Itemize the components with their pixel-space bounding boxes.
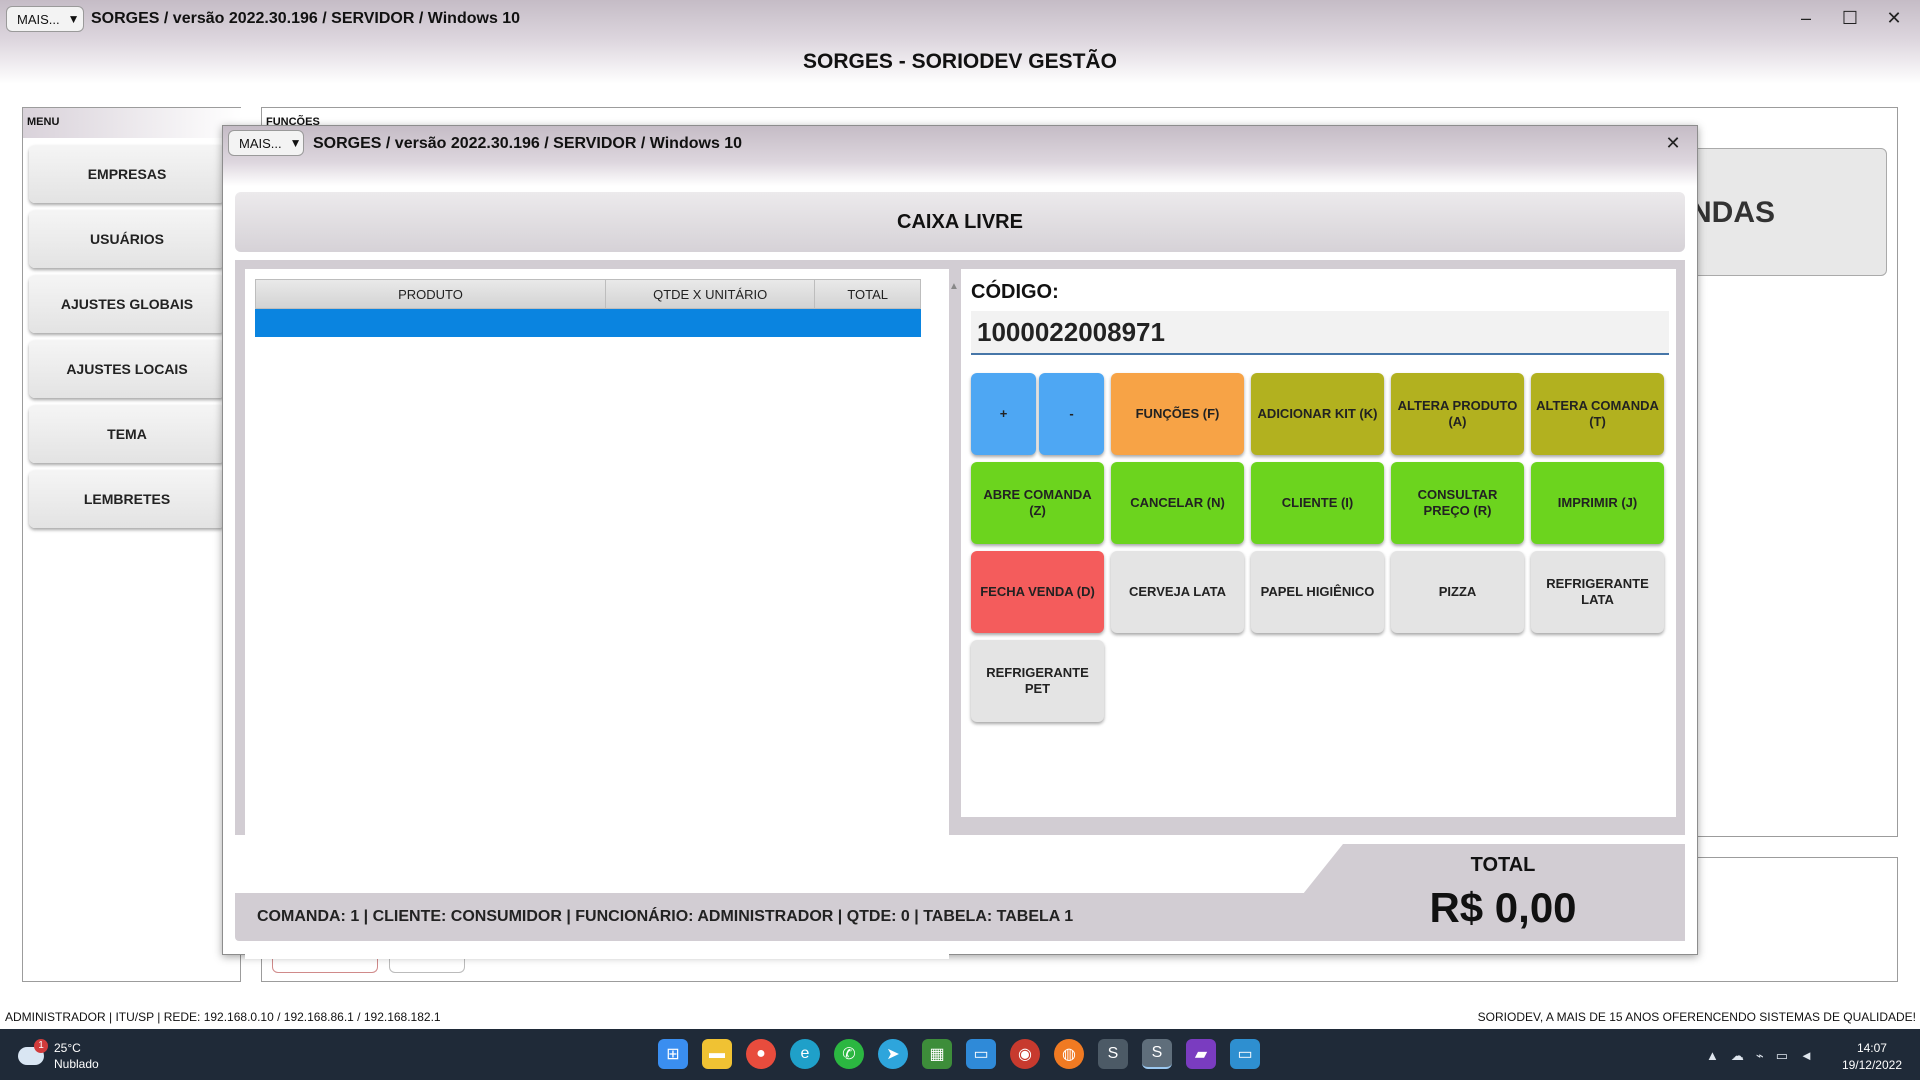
modal-mais-label: MAIS... (239, 135, 282, 151)
close-button[interactable]: ✕ (1879, 8, 1909, 29)
adicionar-kit-button[interactable]: ADICIONAR KIT (K) (1251, 373, 1384, 455)
menu-label: MENU (27, 116, 60, 128)
menu-panel: MENU EMPRESAS USUÁRIOS AJUSTES GLOBAIS A… (22, 107, 242, 982)
notification-badge: 1 (34, 1039, 48, 1053)
funcoes-button[interactable]: FUNÇÕES (F) (1111, 373, 1244, 455)
status-left-text: ADMINISTRADOR | ITU/SP | REDE: 192.168.0… (5, 1010, 441, 1024)
chrome-icon[interactable]: ● (746, 1039, 776, 1069)
weather-condition: Nublado (54, 1057, 99, 1071)
modal-title: SORGES / versão 2022.30.196 / SERVIDOR /… (313, 135, 743, 152)
menu-item-lembretes[interactable]: LEMBRETES (29, 470, 225, 528)
sale-info: COMANDA: 1 | CLIENTE: CONSUMIDOR | FUNCI… (257, 908, 1074, 925)
volume-icon[interactable]: ◄ (1800, 1048, 1813, 1064)
grid-header: PRODUTO QTDE X UNITÁRIO TOTAL (255, 279, 921, 309)
vendas-button-label: NDAS (1690, 196, 1776, 229)
codigo-label: CÓDIGO: (971, 281, 1059, 303)
column-header-produto[interactable]: PRODUTO (256, 280, 606, 308)
menu-item-ajustes-locais[interactable]: AJUSTES LOCAIS (29, 340, 225, 398)
modal-header-band (223, 162, 1697, 186)
total-value: R$ 0,00 (1429, 884, 1577, 931)
start-icon[interactable]: ⊞ (658, 1039, 688, 1069)
abre-comanda-button[interactable]: ABRE COMANDA (Z) (971, 462, 1104, 544)
clock-date: 19/12/2022 (1841, 1058, 1902, 1072)
cancelar-button[interactable]: CANCELAR (N) (1111, 462, 1244, 544)
cloud-icon: 1 (18, 1039, 48, 1065)
taskbar-apps: ⊞ ▬ ● e ✆ ➤ ▦ ▭ ◉ ◍ S S ▰ ▭ (658, 1039, 1260, 1069)
statusbar: ADMINISTRADOR | ITU/SP | REDE: 192.168.0… (0, 1005, 1920, 1029)
menu-item-empresas[interactable]: EMPRESAS (29, 145, 225, 203)
modal-mais-dropdown-button[interactable]: MAIS... ▼ (228, 130, 304, 156)
pdv-modal: MAIS... ▼ SORGES / versão 2022.30.196 / … (222, 125, 1698, 959)
telegram-icon[interactable]: ➤ (878, 1039, 908, 1069)
app-title: SORGES - SORIODEV GESTÃO (803, 50, 1117, 73)
app-red-icon[interactable]: ◉ (1010, 1039, 1040, 1069)
column-header-qtde-unitario[interactable]: QTDE X UNITÁRIO (606, 280, 816, 308)
menu-item-usuarios[interactable]: USUÁRIOS (29, 210, 225, 268)
codigo-input[interactable] (971, 311, 1669, 355)
modal-close-button[interactable]: ✕ (1658, 133, 1688, 154)
cloud-sync-icon[interactable]: ☁ (1731, 1048, 1744, 1064)
window-title: SORGES / versão 2022.30.196 / SERVIDOR /… (91, 10, 521, 27)
mais-dropdown-button[interactable]: MAIS... ▼ (6, 6, 84, 32)
menu-item-tema[interactable]: TEMA (29, 405, 225, 463)
altera-produto-button[interactable]: ALTERA PRODUTO (A) (1391, 373, 1524, 455)
imprimir-button[interactable]: IMPRIMIR (J) (1531, 462, 1664, 544)
column-header-total[interactable]: TOTAL (815, 280, 920, 308)
spreadsheet-icon[interactable]: ▦ (922, 1039, 952, 1069)
temperature: 25°C (54, 1041, 81, 1055)
taskbar-clock[interactable]: 14:07 19/12/2022 (1842, 1040, 1902, 1074)
refrigerante-lata-button[interactable]: REFRIGERANTE LATA (1531, 551, 1664, 633)
window-app-icon[interactable]: ▭ (1230, 1039, 1260, 1069)
consultar-preco-button[interactable]: CONSULTAR PREÇO (R) (1391, 462, 1524, 544)
file-explorer-icon[interactable]: ▬ (702, 1039, 732, 1069)
papel-higienico-button[interactable]: PAPEL HIGIÊNICO (1251, 551, 1384, 633)
weather-widget[interactable]: 1 25°C Nublado (18, 1039, 99, 1072)
total-label: TOTAL (1470, 854, 1536, 876)
fecha-venda-button[interactable]: FECHA VENDA (D) (971, 551, 1104, 633)
status-right-text: SORIODEV, A MAIS DE 15 ANOS OFERENCENDO … (1477, 1010, 1916, 1024)
system-tray: ▲ ☁ ⌁ ▭ ◄ (1706, 1048, 1813, 1064)
cliente-button[interactable]: CLIENTE (I) (1251, 462, 1384, 544)
sorges-icon[interactable]: S (1098, 1039, 1128, 1069)
pizza-button[interactable]: PIZZA (1391, 551, 1524, 633)
product-grid: PRODUTO QTDE X UNITÁRIO TOTAL ▲ ▼ (245, 269, 959, 959)
dropdown-arrow-icon: ▼ (67, 12, 80, 26)
edge-icon[interactable]: e (790, 1039, 820, 1069)
firefox-icon[interactable]: ◍ (1054, 1039, 1084, 1069)
cerveja-lata-button[interactable]: CERVEJA LATA (1111, 551, 1244, 633)
pdv-keypad-panel: CÓDIGO: + - FUNÇÕES (F) ADICIONAR KIT (K… (961, 269, 1676, 817)
minus-button[interactable]: - (1039, 373, 1104, 455)
caixa-status-bar: CAIXA LIVRE (235, 192, 1685, 252)
sorges-active-icon[interactable]: S (1142, 1039, 1172, 1069)
minimize-button[interactable]: – (1791, 8, 1821, 29)
maximize-button[interactable]: ☐ (1835, 8, 1865, 29)
scroll-up-icon[interactable]: ▲ (949, 281, 959, 292)
table-row-selected[interactable] (255, 309, 921, 337)
refrigerante-pet-button[interactable]: REFRIGERANTE PET (971, 640, 1104, 722)
menu-item-ajustes-globais[interactable]: AJUSTES GLOBAIS (29, 275, 225, 333)
dropdown-arrow-icon: ▼ (289, 136, 302, 150)
whatsapp-icon[interactable]: ✆ (834, 1039, 864, 1069)
clock-time: 14:07 (1856, 1041, 1887, 1055)
mais-label: MAIS... (17, 11, 60, 27)
usb-icon[interactable]: ⌁ (1756, 1048, 1764, 1064)
network-icon[interactable]: ▭ (1776, 1048, 1788, 1064)
plus-button[interactable]: + (971, 373, 1036, 455)
tray-chevron-icon[interactable]: ▲ (1706, 1048, 1719, 1064)
media-app-icon[interactable]: ▰ (1186, 1039, 1216, 1069)
remote-desktop-icon[interactable]: ▭ (966, 1039, 996, 1069)
altera-comanda-button[interactable]: ALTERA COMANDA (T) (1531, 373, 1664, 455)
